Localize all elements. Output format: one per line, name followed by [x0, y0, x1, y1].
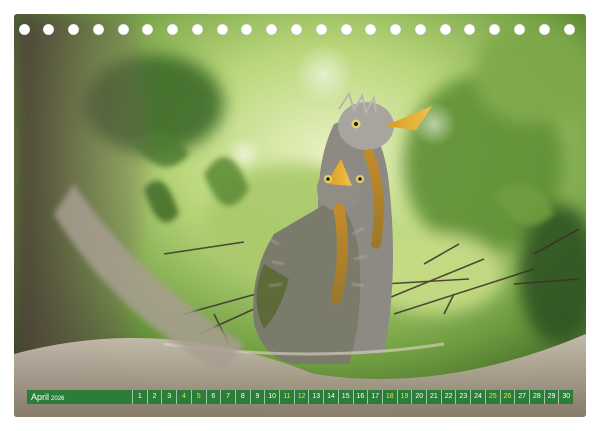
month-label: April 2026 [27, 392, 67, 402]
binding-hole [191, 24, 203, 35]
binding-hole [489, 24, 501, 35]
day-cell: 4 [176, 390, 191, 404]
day-cell: 28 [528, 390, 544, 404]
day-cell: 2 [146, 390, 162, 404]
binding-hole [266, 24, 278, 35]
photo [14, 14, 586, 417]
day-cell: 7 [220, 390, 235, 404]
binding-hole [464, 24, 476, 35]
binding-hole [18, 24, 30, 35]
binding-hole [291, 24, 302, 35]
binding-hole [167, 24, 179, 35]
binding-hole [241, 24, 253, 35]
day-cell: 11 [279, 390, 294, 404]
day-cell: 14 [323, 390, 338, 404]
calendar-page: April 2026 1 2 3 4 5 6 7 8 9 10 11 12 13 14 15 16 17 18 19 2… [0, 0, 600, 431]
day-cell: 20 [411, 390, 426, 404]
day-cell: 27 [514, 390, 529, 404]
day-cell: 12 [293, 390, 309, 404]
day-cell: 25 [484, 390, 500, 404]
year-label: 2026 [51, 396, 65, 402]
binding-hole [92, 24, 104, 35]
day-cell: 13 [308, 390, 323, 404]
binding-hole [68, 24, 80, 35]
binding-hole [414, 24, 426, 35]
binding-hole [439, 24, 451, 35]
day-cell: 29 [543, 390, 559, 404]
day-cell: 5 [190, 390, 206, 404]
binding-hole [390, 24, 402, 35]
day-cell: 26 [499, 390, 515, 404]
day-cell: 30 [558, 390, 573, 404]
month-strip: April 2026 1 2 3 4 5 6 7 8 9 10 11 12 13 14 15 16 17 18 19 2… [27, 390, 573, 404]
binding-hole [142, 24, 154, 35]
day-cell: 22 [440, 390, 456, 404]
day-cell: 17 [367, 390, 382, 404]
day-cell: 6 [205, 390, 221, 404]
binding-hole [216, 24, 228, 35]
heron-chicks-photo [14, 14, 586, 417]
day-cell: 1 [132, 390, 147, 404]
day-cell: 23 [455, 390, 470, 404]
day-cell: 10 [264, 390, 279, 404]
day-cell: 21 [426, 390, 441, 404]
binding-hole [340, 24, 352, 35]
day-cell: 8 [234, 390, 250, 404]
day-cell: 3 [161, 390, 176, 404]
day-cell: 16 [352, 390, 368, 404]
binding-hole [117, 24, 129, 35]
day-cell: 19 [396, 390, 412, 404]
binding-hole [563, 24, 575, 35]
binding-holes [14, 24, 586, 40]
binding-hole [538, 24, 550, 35]
binding-hole [365, 24, 377, 35]
binding-hole [43, 24, 55, 35]
day-cell: 15 [337, 390, 353, 404]
day-cell: 24 [470, 390, 485, 404]
day-cell: 9 [249, 390, 265, 404]
day-list: 1 2 3 4 5 6 7 8 9 10 11 12 13 14 15 16 17 18 19 20 21 22 23 24 2… [132, 390, 573, 404]
binding-hole [513, 24, 525, 35]
day-cell: 18 [381, 390, 397, 404]
month-name: April [31, 392, 50, 402]
binding-hole [315, 24, 327, 35]
